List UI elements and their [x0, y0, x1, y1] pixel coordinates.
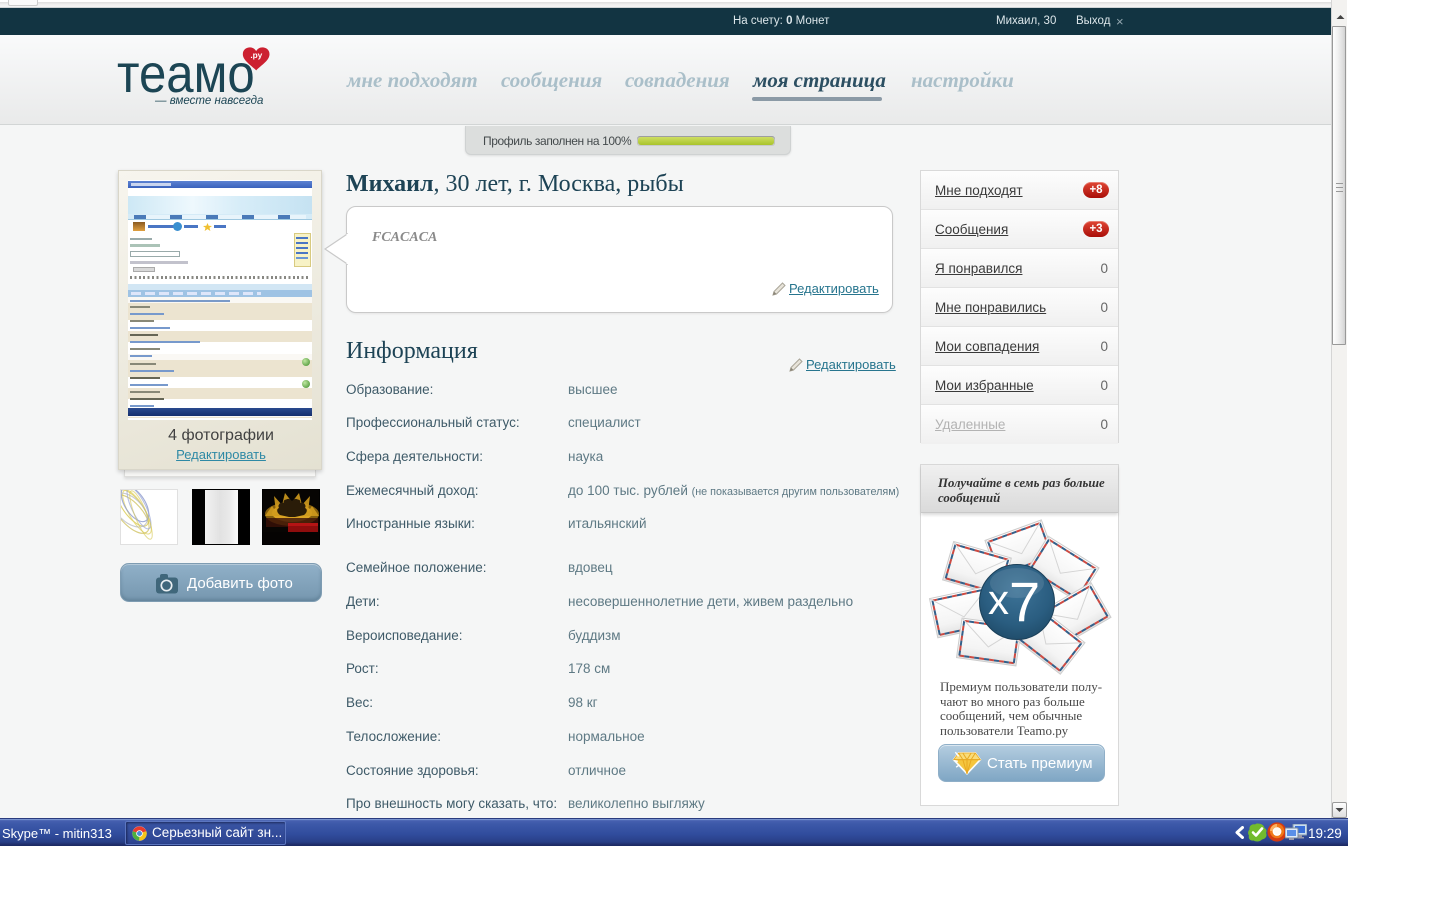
svg-text:x: x — [988, 576, 1009, 623]
svg-text:7: 7 — [1009, 570, 1040, 633]
svg-text:.ру: .ру — [250, 50, 262, 60]
